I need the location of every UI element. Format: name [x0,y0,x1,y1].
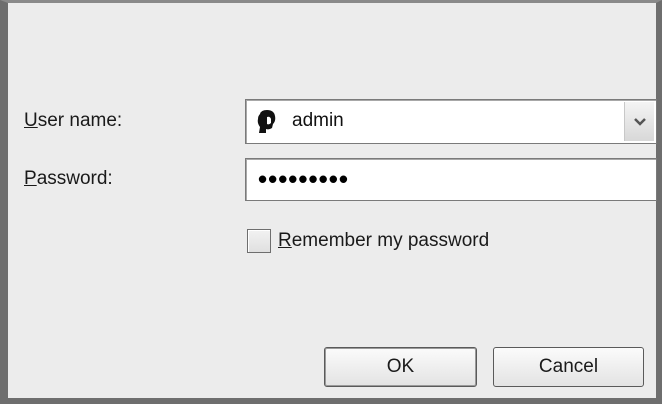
password-input[interactable]: ••••••••• [245,158,657,201]
username-label-accesskey: U [24,110,38,131]
username-combobox[interactable]: admin [245,99,657,144]
ok-button[interactable]: OK [324,347,477,387]
remember-password-checkbox[interactable] [247,229,271,253]
remember-label-accesskey: R [278,230,292,251]
password-label-text: assword: [36,168,113,189]
username-label-text: ser name: [37,110,123,131]
password-label-accesskey: P [24,168,37,189]
password-label: Password: [24,168,113,190]
chevron-down-icon [633,117,646,126]
remember-label-text: emember my password [291,230,490,251]
password-masked-value: ••••••••• [258,164,349,194]
username-label: User name: [24,110,122,132]
login-dialog: User name: admin Password: ••••••••• Rem… [0,0,662,404]
username-value: admin [292,110,344,131]
cancel-button[interactable]: Cancel [493,347,644,387]
username-dropdown-button[interactable] [624,102,654,141]
user-avatar-icon [257,110,276,133]
remember-password-label[interactable]: Remember my password [278,230,489,252]
